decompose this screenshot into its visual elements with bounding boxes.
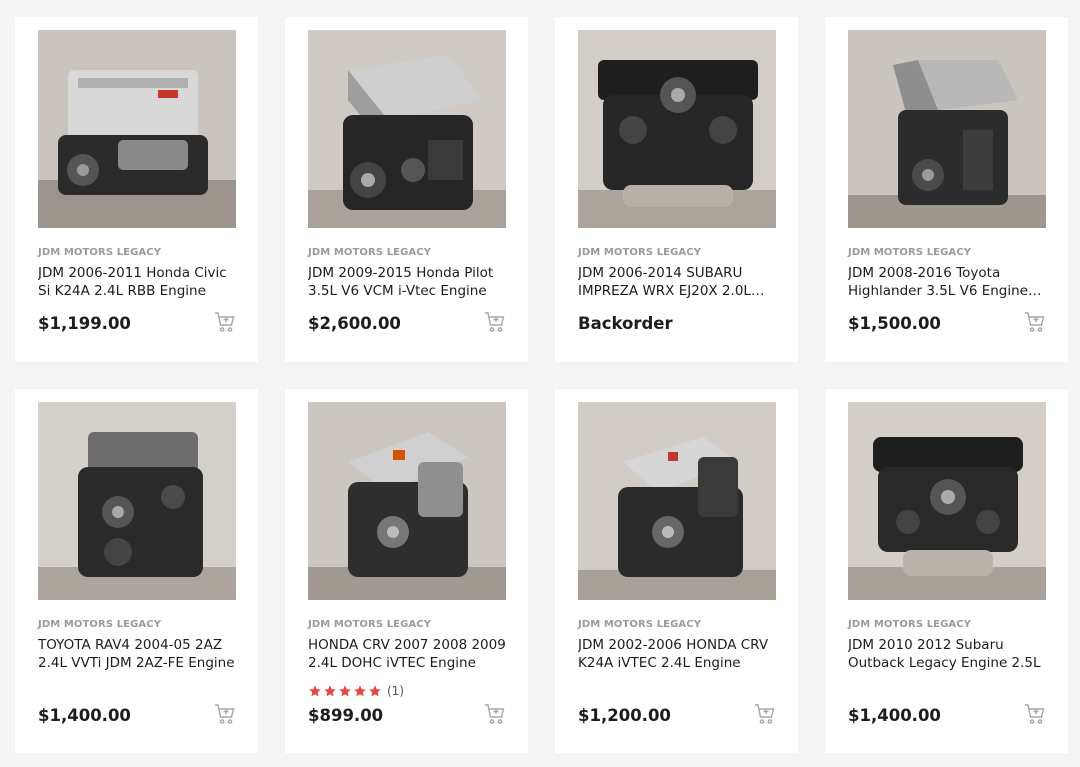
stock-status: Backorder [578,314,673,333]
rating[interactable]: (1) [308,684,404,698]
product-card[interactable]: JDM MOTORS LEGACY JDM 2006-2014 SUBARU I… [555,17,798,362]
product-price: $1,200.00 [578,706,671,725]
brand-label: JDM MOTORS LEGACY [848,247,972,258]
product-image[interactable] [38,402,236,600]
product-image[interactable] [578,402,776,600]
engine-image [308,402,506,600]
product-price: $1,199.00 [38,314,131,333]
product-image[interactable] [38,30,236,228]
product-image[interactable] [848,402,1046,600]
product-image[interactable] [848,30,1046,228]
brand-label: JDM MOTORS LEGACY [38,619,162,630]
engine-image [38,402,236,600]
product-title[interactable]: JDM 2006-2014 SUBARU IMPREZA WRX EJ20X 2… [578,265,783,301]
product-card[interactable]: JDM MOTORS LEGACY JDM 2002-2006 HONDA CR… [555,389,798,753]
engine-image [848,30,1046,228]
star-icon [354,685,366,697]
product-title[interactable]: HONDA CRV 2007 2008 2009 2.4L DOHC iVTEC… [308,637,513,673]
product-title[interactable]: JDM 2010 2012 Subaru Outback Legacy Engi… [848,637,1053,673]
product-card[interactable]: JDM MOTORS LEGACY HONDA CRV 2007 2008 20… [285,389,528,753]
engine-image [848,402,1046,600]
product-card[interactable]: JDM MOTORS LEGACY JDM 2009-2015 Honda Pi… [285,17,528,362]
product-title[interactable]: JDM 2002-2006 HONDA CRV K24A iVTEC 2.4L … [578,637,783,673]
star-icon [324,685,336,697]
cart-icon[interactable] [213,702,237,726]
brand-label: JDM MOTORS LEGACY [38,247,162,258]
product-price: $2,600.00 [308,314,401,333]
product-title[interactable]: JDM 2008-2016 Toyota Highlander 3.5L V6 … [848,265,1053,301]
review-count[interactable]: (1) [387,684,404,698]
brand-label: JDM MOTORS LEGACY [578,619,702,630]
cart-icon[interactable] [483,310,507,334]
cart-icon[interactable] [1023,702,1047,726]
product-card[interactable]: JDM MOTORS LEGACY JDM 2006-2011 Honda Ci… [15,17,258,362]
cart-icon[interactable] [1023,310,1047,334]
engine-image [578,402,776,600]
product-price: $1,400.00 [38,706,131,725]
product-title[interactable]: TOYOTA RAV4 2004-05 2AZ 2.4L VVTi JDM 2A… [38,637,243,673]
product-price: $1,400.00 [848,706,941,725]
brand-label: JDM MOTORS LEGACY [848,619,972,630]
brand-label: JDM MOTORS LEGACY [308,619,432,630]
product-price: $1,500.00 [848,314,941,333]
product-title[interactable]: JDM 2009-2015 Honda Pilot 3.5L V6 VCM i-… [308,265,513,301]
product-image[interactable] [578,30,776,228]
star-icon [339,685,351,697]
star-icon [309,685,321,697]
star-icon [369,685,381,697]
cart-icon[interactable] [483,702,507,726]
product-grid: JDM MOTORS LEGACY JDM 2006-2011 Honda Ci… [0,0,1080,767]
product-title[interactable]: JDM 2006-2011 Honda Civic Si K24A 2.4L R… [38,265,243,301]
cart-icon[interactable] [753,702,777,726]
product-image[interactable] [308,30,506,228]
product-image[interactable] [308,402,506,600]
engine-image [38,30,236,228]
brand-label: JDM MOTORS LEGACY [308,247,432,258]
product-price: $899.00 [308,706,384,725]
engine-image [578,30,776,228]
product-card[interactable]: JDM MOTORS LEGACY TOYOTA RAV4 2004-05 2A… [15,389,258,753]
product-card[interactable]: JDM MOTORS LEGACY JDM 2010 2012 Subaru O… [825,389,1068,753]
brand-label: JDM MOTORS LEGACY [578,247,702,258]
product-card[interactable]: JDM MOTORS LEGACY JDM 2008-2016 Toyota H… [825,17,1068,362]
cart-icon[interactable] [213,310,237,334]
engine-image [308,30,506,228]
